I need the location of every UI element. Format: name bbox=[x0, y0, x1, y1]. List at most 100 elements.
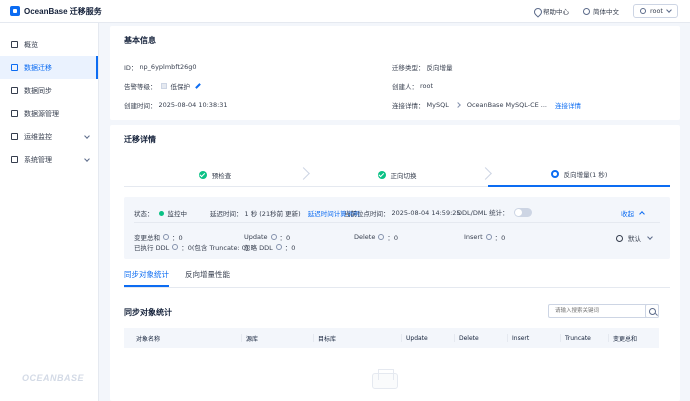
user-menu-button[interactable]: root bbox=[632, 4, 678, 18]
check-circle-icon bbox=[198, 170, 207, 179]
status-value: 监控中 bbox=[167, 210, 188, 218]
stat-ddl-exec-label: 已执行 DDL bbox=[134, 244, 170, 252]
type-value: 反向增量 bbox=[426, 64, 453, 72]
status-dot-icon bbox=[158, 210, 164, 216]
creator: 创建人： root bbox=[392, 81, 433, 91]
app-title: OceanBase 迁移服务 bbox=[24, 6, 102, 16]
col-separator bbox=[313, 334, 314, 342]
objects-table-header: 对象名称 源库 目标库 Update Delete Insert Truncat… bbox=[124, 328, 659, 348]
search-input[interactable] bbox=[548, 304, 659, 318]
sidebar-item-datasource[interactable]: 数据源管理 bbox=[0, 102, 98, 125]
col-separator bbox=[507, 334, 508, 342]
col-truncate: Truncate bbox=[565, 334, 591, 342]
pos-value: 2025-08-04 14:59:25 bbox=[391, 209, 461, 217]
connection-detail-link[interactable]: 连接详情 bbox=[555, 100, 581, 110]
task-id: ID： np_6yplmbft26g0 bbox=[124, 62, 197, 72]
help-circle-icon[interactable] bbox=[275, 244, 282, 250]
sidebar-item-data-migration[interactable]: 数据迁移 bbox=[0, 56, 98, 79]
edit-pencil-icon[interactable] bbox=[195, 83, 201, 89]
help-pin-icon bbox=[534, 8, 540, 15]
col-total-changes: 变更总和 bbox=[613, 335, 638, 343]
step-label: 反向增量(1 秒) bbox=[563, 171, 608, 179]
col-separator bbox=[454, 334, 455, 342]
step-precheck[interactable]: 预检查 bbox=[124, 163, 310, 187]
sidebar-item-ops-monitor[interactable]: 运维监控 bbox=[0, 125, 98, 148]
clock-icon bbox=[616, 234, 623, 242]
stat-ddl-exec-value: ：0(包含 Truncate: 0) bbox=[181, 244, 249, 252]
ddl-dml-toggle[interactable] bbox=[513, 207, 532, 217]
help-circle-icon[interactable] bbox=[485, 234, 492, 240]
id-label: ID： bbox=[124, 64, 138, 72]
alarm-level-icon bbox=[160, 83, 167, 89]
basic-info-card: 基本信息 ID： np_6yplmbft26g0 迁移类型： 反向增量 告警等级… bbox=[110, 26, 680, 120]
alarm-label: 告警等级： bbox=[124, 83, 157, 91]
sidebar-item-label: 数据源管理 bbox=[24, 109, 59, 118]
created-time: 创建时间： 2025-08-04 10:38:31 bbox=[124, 100, 228, 110]
user-icon bbox=[639, 8, 646, 14]
col-target-db: 目标库 bbox=[318, 335, 337, 343]
position-time: 当前位点时间： 2025-08-04 14:59:25 bbox=[344, 208, 461, 218]
col-separator bbox=[560, 334, 561, 342]
collapse-label: 收起 bbox=[621, 210, 634, 218]
language-switch[interactable]: 简体中文 bbox=[582, 6, 619, 16]
migration-detail-card: 迁移详情 预检查 正向切换 反向增量(1 秒) 状态： 监控中 延迟时间： 1 … bbox=[110, 125, 680, 401]
ddl-label: DDL/DML 统计： bbox=[457, 209, 509, 217]
alarm-level: 告警等级： 低保护 bbox=[124, 81, 201, 91]
step-forward-switch[interactable]: 正向切换 bbox=[306, 163, 492, 187]
stat-total-label: 变更总和 bbox=[134, 234, 160, 242]
stat-update-value: ：0 bbox=[279, 234, 291, 242]
stat-delete: Delete ：0 bbox=[354, 232, 398, 242]
detail-tabs: 同步对象统计 反向增量性能 bbox=[124, 269, 230, 287]
monitor-icon bbox=[11, 133, 18, 140]
stat-total: 变更总和 ：0 bbox=[134, 232, 183, 242]
stat-update-label: Update bbox=[244, 233, 268, 241]
delay-label: 延迟时间： bbox=[210, 210, 243, 218]
help-circle-icon[interactable] bbox=[378, 234, 385, 240]
migration-detail-title: 迁移详情 bbox=[124, 135, 156, 144]
step-reverse-increment[interactable]: 反向增量(1 秒) bbox=[488, 163, 670, 187]
stat-delete-label: Delete bbox=[354, 233, 376, 241]
sidebar-item-label: 数据同步 bbox=[24, 86, 52, 95]
type-label: 迁移类型： bbox=[392, 64, 425, 72]
id-value: np_6yplmbft26g0 bbox=[139, 63, 197, 71]
created-label: 创建时间： bbox=[124, 102, 157, 110]
col-separator bbox=[401, 334, 402, 342]
ddl-dml-stats: DDL/DML 统计： bbox=[457, 207, 532, 217]
time-range-value: 默认 bbox=[628, 235, 641, 243]
stat-update: Update ：0 bbox=[244, 232, 290, 242]
sidebar-item-overview[interactable]: 概览 bbox=[0, 33, 98, 56]
user-name: root bbox=[649, 7, 663, 15]
sidebar: 概览 数据迁移 数据同步 数据源管理 运维监控 系统管理 OCEANBASE bbox=[0, 23, 99, 401]
sidebar-item-label: 数据迁移 bbox=[24, 63, 52, 72]
chevron-down-icon bbox=[647, 234, 653, 240]
app-logo[interactable]: OceanBase 迁移服务 bbox=[0, 6, 110, 17]
sidebar-item-system[interactable]: 系统管理 bbox=[0, 148, 98, 171]
stat-total-value: ：0 bbox=[172, 234, 183, 242]
time-range-select[interactable]: 默认 bbox=[616, 233, 653, 243]
collapse-button[interactable]: 收起 bbox=[621, 208, 645, 218]
help-center-link[interactable]: 帮助中心 bbox=[534, 6, 569, 16]
tab-sync-object-stats[interactable]: 同步对象统计 bbox=[124, 269, 169, 287]
status: 状态： 监控中 bbox=[134, 208, 187, 218]
chevron-down-icon bbox=[84, 132, 90, 139]
help-circle-icon[interactable] bbox=[163, 234, 169, 240]
stat-delete-value: ：0 bbox=[387, 234, 398, 242]
sidebar-item-data-sync[interactable]: 数据同步 bbox=[0, 79, 98, 102]
help-circle-icon[interactable] bbox=[270, 234, 277, 240]
col-separator bbox=[241, 334, 242, 342]
check-circle-icon bbox=[377, 170, 386, 179]
conn-label: 连接详情： bbox=[392, 102, 425, 110]
creator-label: 创建人： bbox=[392, 83, 418, 91]
help-circle-icon[interactable] bbox=[172, 244, 179, 250]
step-label: 正向切换 bbox=[390, 171, 417, 180]
stat-ddl-ignored: 忽略 DDL ：0 bbox=[244, 242, 295, 252]
created-value: 2025-08-04 10:38:31 bbox=[158, 101, 228, 109]
pos-label: 当前位点时间： bbox=[344, 210, 390, 218]
tab-reverse-performance[interactable]: 反向增量性能 bbox=[185, 269, 230, 287]
col-delete: Delete bbox=[459, 334, 479, 342]
help-center-label: 帮助中心 bbox=[542, 8, 569, 16]
stat-ddl-executed: 已执行 DDL ：0(包含 Truncate: 0) bbox=[134, 242, 248, 252]
search-icon[interactable] bbox=[645, 304, 659, 318]
delay-time: 延迟时间： 1 秒 (21秒前 更新) 延迟时间计算说明 bbox=[210, 208, 360, 218]
chevron-down-icon bbox=[84, 155, 90, 162]
